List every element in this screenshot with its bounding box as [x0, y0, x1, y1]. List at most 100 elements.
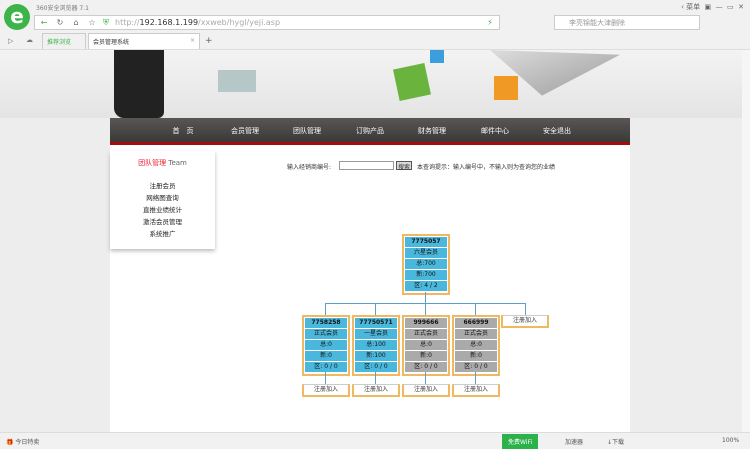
- main-nav: 首 页 会员管理 团队管理 订购产品 财务管理 邮件中心 安全退出: [110, 118, 630, 145]
- nav-home[interactable]: 首 页: [152, 126, 214, 136]
- member-area: 区: 0 / 0: [355, 362, 397, 372]
- home-icon[interactable]: ⌂: [69, 17, 83, 29]
- register-join-button[interactable]: 注册加入: [402, 384, 450, 397]
- shield-icon: ⛨: [103, 18, 109, 27]
- download-button[interactable]: ↓下载: [607, 437, 624, 446]
- search-input[interactable]: 李亮锦能大津删除: [554, 15, 700, 30]
- nav-mail[interactable]: 邮件中心: [464, 126, 526, 136]
- tree-child-node[interactable]: 77750571 一星会员 总:100 新:100 区: 0 / 0: [352, 315, 400, 376]
- tree-line: [425, 303, 426, 315]
- tree-line: [375, 372, 376, 384]
- blue-cube-image: [430, 50, 444, 63]
- query-hint: 本查询提示：输入编号中，不输入则为查询您的业绩: [417, 164, 556, 171]
- query-label: 输入经销商编号:: [287, 164, 332, 171]
- content: 团队管理 Team 注册会员 网络图查询 直推业绩统计 激活会员管理 系统推广 …: [110, 145, 630, 432]
- tree-child-node[interactable]: 7758258 正式会员 总:0 新:0 区: 0 / 0: [302, 315, 350, 376]
- member-area: 区: 0 / 0: [455, 362, 497, 372]
- map-cubes-image: [218, 70, 256, 92]
- tab-member-system[interactable]: 会员管理系统 ×: [88, 33, 200, 49]
- register-join-button[interactable]: 注册加入: [501, 315, 549, 328]
- nav-finance[interactable]: 财务管理: [401, 126, 463, 136]
- zoom-level[interactable]: 100%: [722, 437, 739, 444]
- orange-cube-image: [494, 76, 518, 100]
- member-total: 总:700: [405, 259, 447, 269]
- tab-recommended[interactable]: 推荐浏览: [42, 33, 86, 49]
- member-new: 新:0: [405, 351, 447, 361]
- member-level: 正式会员: [305, 329, 347, 339]
- sidebar-item-register[interactable]: 注册会员: [110, 180, 215, 190]
- star-icon[interactable]: ☆: [85, 17, 99, 29]
- member-area: 区: 0 / 0: [305, 362, 347, 372]
- nav-members[interactable]: 会员管理: [214, 126, 276, 136]
- member-new: 新:0: [305, 351, 347, 361]
- browser-logo-icon: e: [4, 4, 30, 30]
- wifi-button[interactable]: 免费WiFi: [502, 434, 539, 449]
- browser-chrome: e 360安全浏览器 7.1 ‹ 菜单 ▣ — ▭ ✕ ← ↻ ⌂ ☆ ⛨ ht…: [0, 0, 750, 50]
- tree-child-node[interactable]: 999666 正式会员 总:0 新:0 区: 0 / 0: [402, 315, 450, 376]
- tree-line: [475, 303, 476, 315]
- sidebar-item-activate[interactable]: 激活会员管理: [110, 216, 215, 226]
- tree-line: [425, 372, 426, 384]
- tree-child-node[interactable]: 666999 正式会员 总:0 新:0 区: 0 / 0: [452, 315, 500, 376]
- back-icon[interactable]: ←: [37, 17, 51, 29]
- close-icon[interactable]: ×: [190, 37, 195, 44]
- register-join-button[interactable]: 注册加入: [352, 384, 400, 397]
- member-area: 区: 0 / 0: [405, 362, 447, 372]
- nav-team[interactable]: 团队管理: [276, 126, 338, 136]
- refresh-icon[interactable]: ↻: [53, 17, 67, 29]
- member-id: 666999: [455, 318, 497, 328]
- sidebar-toggle-icon[interactable]: ▷: [8, 37, 13, 45]
- lightning-icon[interactable]: ⚡: [483, 17, 497, 29]
- member-level: 一星会员: [355, 329, 397, 339]
- page: 首 页 会员管理 团队管理 订购产品 财务管理 邮件中心 安全退出 团队管理 T…: [0, 50, 742, 432]
- accelerator-button[interactable]: 加速器: [565, 437, 583, 446]
- daily-deals-link[interactable]: 🎁 今日特卖: [6, 437, 39, 446]
- register-join-button[interactable]: 注册加入: [302, 384, 350, 397]
- url-text[interactable]: http://192.168.1.199/xxweb/hygl/yeji.asp: [115, 18, 280, 27]
- member-level: 正式会员: [455, 329, 497, 339]
- sidebar-item-network[interactable]: 网络图查询: [110, 192, 215, 202]
- member-id: 77750571: [355, 318, 397, 328]
- green-cube-image: [393, 63, 431, 101]
- search-button[interactable]: 搜索: [396, 161, 413, 171]
- address-bar[interactable]: ← ↻ ⌂ ☆ ⛨ http://192.168.1.199/xxweb/hyg…: [34, 15, 500, 30]
- member-level: 正式会员: [405, 329, 447, 339]
- banner: [0, 50, 742, 118]
- tree-line: [425, 292, 426, 303]
- member-new: 新:0: [455, 351, 497, 361]
- cloud-icon[interactable]: ☁: [26, 36, 33, 44]
- sidebar-item-promote[interactable]: 系统推广: [110, 228, 215, 238]
- member-new: 新:700: [405, 270, 447, 280]
- window-controls[interactable]: ‹ 菜单 ▣ — ▭ ✕: [681, 2, 744, 12]
- browser-title: 360安全浏览器 7.1: [36, 5, 89, 12]
- sidebar-title: 团队管理 Team: [138, 159, 187, 167]
- tree-line: [475, 372, 476, 384]
- nav-products[interactable]: 订购产品: [339, 126, 401, 136]
- tab-label: 会员管理系统: [93, 39, 130, 46]
- new-tab-icon[interactable]: +: [205, 36, 213, 46]
- sidebar-item-stats[interactable]: 直推业绩统计: [110, 204, 215, 214]
- menu-button[interactable]: 菜单: [686, 3, 700, 11]
- tree-line: [525, 303, 526, 315]
- scrollbar[interactable]: [742, 50, 750, 432]
- member-new: 新:100: [355, 351, 397, 361]
- member-total: 总:0: [455, 340, 497, 350]
- member-level: 六星会员: [405, 248, 447, 258]
- businesswoman-image: [114, 50, 164, 118]
- dealer-id-input[interactable]: [339, 161, 394, 170]
- register-join-button[interactable]: 注册加入: [452, 384, 500, 397]
- tree-line: [325, 303, 326, 315]
- tree-line: [325, 372, 326, 384]
- member-id: 999666: [405, 318, 447, 328]
- member-total: 总:0: [405, 340, 447, 350]
- nav-logout[interactable]: 安全退出: [526, 126, 588, 136]
- sidebar: 团队管理 Team 注册会员 网络图查询 直推业绩统计 激活会员管理 系统推广: [110, 151, 215, 249]
- member-id: 7758258: [305, 318, 347, 328]
- status-bar: 🎁 今日特卖 免费WiFi 加速器 ↓下载 100%: [0, 432, 750, 449]
- member-id: 7775057: [405, 237, 447, 247]
- member-total: 总:100: [355, 340, 397, 350]
- tree-line: [375, 303, 376, 315]
- member-area: 区: 4 / 2: [405, 281, 447, 291]
- member-total: 总:0: [305, 340, 347, 350]
- tree-root-node[interactable]: 7775057 六星会员 总:700 新:700 区: 4 / 2: [402, 234, 450, 295]
